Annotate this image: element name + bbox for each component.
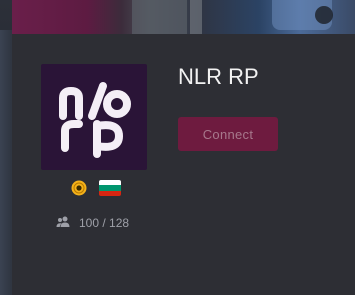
connect-button[interactable]: Connect (178, 117, 278, 151)
banner-shape (315, 6, 333, 24)
users-icon (56, 216, 70, 227)
player-count: 100 / 128 (79, 216, 130, 230)
background-edge (0, 30, 12, 295)
verified-badge-icon (71, 180, 87, 196)
bulgaria-flag-icon (99, 180, 121, 196)
banner-shape (132, 0, 187, 34)
banner-shape (190, 0, 202, 34)
server-logo-mark (59, 82, 131, 158)
server-logo (41, 64, 147, 170)
server-banner-image (12, 0, 355, 34)
flag-stripe-red (99, 190, 121, 196)
server-name: NLR RP (178, 64, 259, 89)
